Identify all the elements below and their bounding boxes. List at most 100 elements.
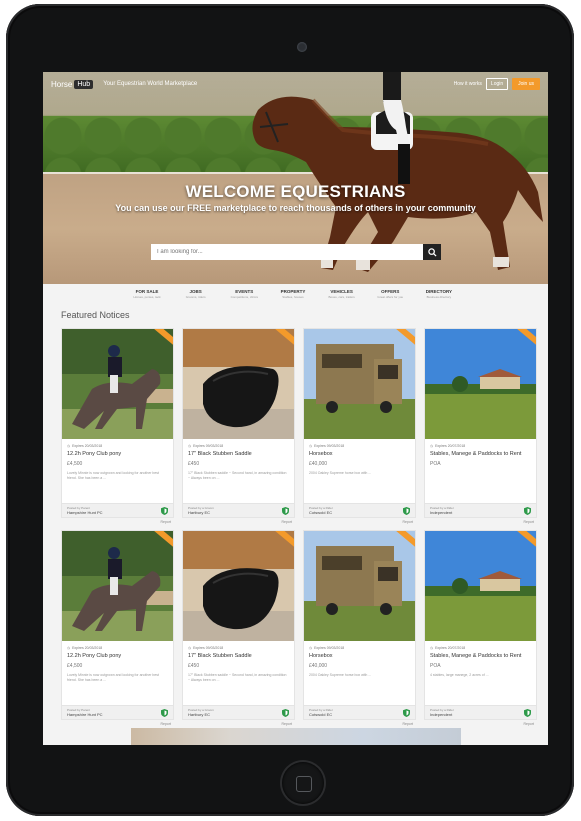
notice-expiry: ◷ Expires 20/03/2018 — [67, 646, 168, 650]
logo-word: Horse — [51, 79, 73, 89]
notice-title[interactable]: 17" Black Stubben Saddle — [188, 451, 289, 457]
notice-body: ◷ Expires 09/03/2018 Horsebox £40,000 200… — [304, 641, 415, 705]
notice-footer: Posted by a Rider Independent Report — [425, 503, 536, 524]
saddle-image — [183, 329, 294, 439]
category-desc: Business directory — [426, 295, 452, 299]
clock-icon: ◷ — [67, 444, 71, 448]
poster-name[interactable]: Independent — [430, 712, 454, 717]
category-desc: Competitions, clinics — [230, 295, 258, 299]
notice-title[interactable]: Stables, Manege & Paddocks to Rent — [430, 451, 531, 457]
hero-banner: Horse Hub Your Equestrian World Marketpl… — [43, 72, 548, 284]
category-label: DIRECTORY — [425, 289, 453, 294]
notice-body: ◷ Expires 09/03/2018 17" Black Stubben Sa… — [183, 439, 294, 503]
report-link[interactable]: Report — [402, 520, 413, 524]
notice-grid-row-2: ◷ Expires 20/03/2018 12.2h Pony Club pony… — [61, 530, 537, 726]
search-input[interactable] — [151, 244, 423, 260]
home-button[interactable] — [282, 762, 324, 804]
camera-icon — [297, 42, 307, 52]
pony-image — [62, 329, 173, 439]
notice-description: 2004 Oakley Supreme horse box with ... — [309, 673, 372, 677]
category-desc: Stables, houses — [282, 295, 304, 299]
featured-notices-heading: Featured Notices — [61, 310, 130, 320]
poster-name[interactable]: Hampshire Hunt PC — [67, 712, 103, 717]
notice-card[interactable]: ◷ Expires 09/03/2018 Horsebox £40,000 200… — [303, 328, 416, 524]
notice-card[interactable]: ◷ Expires 20/07/2018 Stables, Manege & Pa… — [424, 530, 537, 726]
category-nav: FOR SALE Horses, ponies, tack JOBS Groom… — [123, 289, 463, 303]
report-link[interactable]: Report — [523, 520, 534, 524]
category-for-sale[interactable]: FOR SALE Horses, ponies, tack — [123, 289, 171, 303]
report-link[interactable]: Report — [160, 722, 171, 726]
notice-footer: Posted by a Rider Cotswold EC Report — [304, 705, 415, 726]
clock-icon: ◷ — [67, 646, 71, 650]
expiry-text: Expires 09/03/2018 — [193, 646, 224, 650]
verified-shield-icon — [282, 708, 289, 717]
clock-icon: ◷ — [309, 444, 313, 448]
poster-name[interactable]: Independent — [430, 510, 454, 515]
poster-name[interactable]: Cotswold EC — [309, 712, 333, 717]
notice-title[interactable]: Horsebox — [309, 451, 410, 457]
notice-footer: Posted by a Groom Hartbury EC Report — [183, 503, 294, 524]
join-button[interactable]: Join us — [512, 78, 540, 90]
verified-shield-icon — [161, 506, 168, 515]
notice-description: 4 stables, large manege, 2 acres of ... — [430, 673, 489, 677]
search-button[interactable] — [423, 244, 441, 260]
expiry-text: Expires 09/03/2018 — [314, 444, 345, 448]
notice-title[interactable]: 12.2h Pony Club pony — [67, 653, 168, 659]
logo[interactable]: Horse Hub — [51, 79, 94, 89]
category-vehicles[interactable]: VEHICLES Boxes, cars, trailers — [318, 289, 366, 303]
notice-card[interactable]: ◷ Expires 20/03/2018 12.2h Pony Club pony… — [61, 530, 174, 726]
category-directory[interactable]: DIRECTORY Business directory — [415, 289, 463, 303]
expiry-text: Expires 20/07/2018 — [435, 646, 466, 650]
top-navigation: Horse Hub Your Equestrian World Marketpl… — [43, 72, 548, 96]
notice-title[interactable]: 17" Black Stubben Saddle — [188, 653, 289, 659]
verified-shield-icon — [403, 708, 410, 717]
clock-icon: ◷ — [309, 646, 313, 650]
category-label: PROPERTY — [280, 289, 306, 294]
notice-expiry: ◷ Expires 20/07/2018 — [430, 444, 531, 448]
notice-expiry: ◷ Expires 20/03/2018 — [67, 444, 168, 448]
notice-card[interactable]: ◷ Expires 20/07/2018 Stables, Manege & Pa… — [424, 328, 537, 524]
tagline: Your Equestrian World Marketplace — [103, 81, 198, 87]
logo-badge: Hub — [74, 79, 94, 89]
category-label: JOBS — [189, 289, 202, 294]
notice-description: 17" Black Stubben saddle ~ Second hand, … — [188, 673, 287, 682]
how-it-works-link[interactable]: How it works — [454, 81, 482, 87]
category-offers[interactable]: OFFERS Great offers for you — [366, 289, 414, 303]
saddle-image — [183, 531, 294, 641]
report-link[interactable]: Report — [281, 722, 292, 726]
expiry-text: Expires 20/03/2018 — [72, 646, 103, 650]
poster-name[interactable]: Hampshire Hunt PC — [67, 510, 103, 515]
category-events[interactable]: EVENTS Competitions, clinics — [220, 289, 268, 303]
report-link[interactable]: Report — [402, 722, 413, 726]
notice-grid-row-1: ◷ Expires 20/03/2018 12.2h Pony Club pony… — [61, 328, 537, 524]
notice-description: 2004 Oakley Supreme horse box with ... — [309, 471, 372, 475]
category-desc: Boxes, cars, trailers — [328, 295, 355, 299]
verified-shield-icon — [524, 708, 531, 717]
poster-name[interactable]: Hartbury EC — [188, 510, 214, 515]
notice-price: £40,000 — [309, 461, 328, 467]
report-link[interactable]: Report — [160, 520, 171, 524]
notice-body: ◷ Expires 09/03/2018 Horsebox £40,000 200… — [304, 439, 415, 503]
verified-shield-icon — [282, 506, 289, 515]
notice-expiry: ◷ Expires 09/03/2018 — [309, 646, 410, 650]
report-link[interactable]: Report — [523, 722, 534, 726]
notice-card[interactable]: ◷ Expires 09/03/2018 Horsebox £40,000 200… — [303, 530, 416, 726]
clock-icon: ◷ — [430, 444, 434, 448]
notice-card[interactable]: ◷ Expires 20/03/2018 12.2h Pony Club pony… — [61, 328, 174, 524]
notice-title[interactable]: 12.2h Pony Club pony — [67, 451, 168, 457]
notice-footer: Posted by Parent Hampshire Hunt PC Repor… — [62, 705, 173, 726]
notice-title[interactable]: Stables, Manege & Paddocks to Rent — [430, 653, 531, 659]
poster-name[interactable]: Hartbury EC — [188, 712, 214, 717]
report-link[interactable]: Report — [281, 520, 292, 524]
clock-icon: ◷ — [188, 646, 192, 650]
category-label: VEHICLES — [330, 289, 353, 294]
notice-title[interactable]: Horsebox — [309, 653, 410, 659]
notice-card[interactable]: ◷ Expires 09/03/2018 17" Black Stubben Sa… — [182, 530, 295, 726]
poster-name[interactable]: Cotswold EC — [309, 510, 333, 515]
stables-image — [425, 531, 536, 641]
login-button[interactable]: Login — [485, 78, 509, 90]
notice-card[interactable]: ◷ Expires 09/03/2018 17" Black Stubben Sa… — [182, 328, 295, 524]
category-property[interactable]: PROPERTY Stables, houses — [269, 289, 317, 303]
category-jobs[interactable]: JOBS Grooms, riders — [172, 289, 220, 303]
verified-shield-icon — [161, 708, 168, 717]
